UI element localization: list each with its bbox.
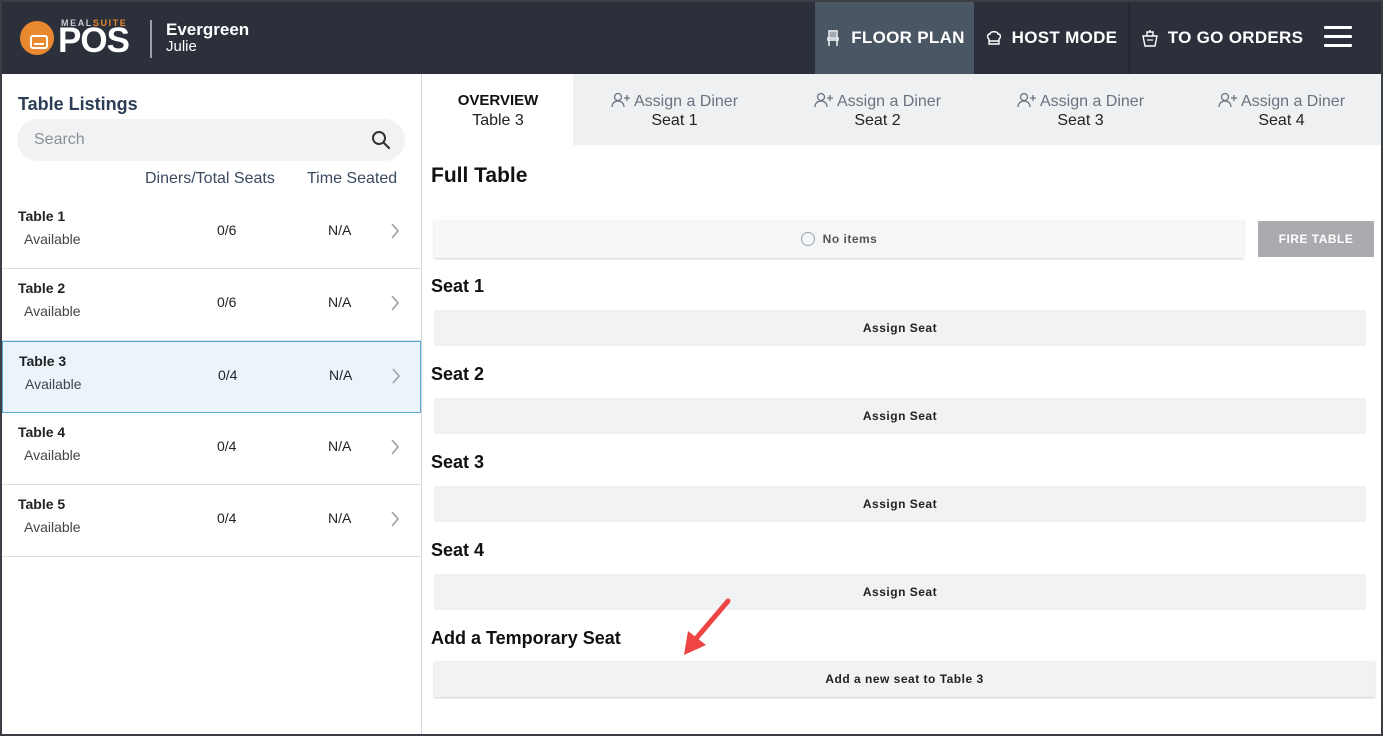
tab-seat-3[interactable]: Assign a Diner Seat 3 <box>979 74 1182 145</box>
assign-seat-2-button[interactable]: Assign Seat <box>434 398 1366 434</box>
table-name: Table 1 <box>18 208 66 224</box>
table-diners: 0/6 <box>217 222 237 238</box>
search-icon[interactable] <box>371 130 391 150</box>
tab-overview-sub: Table 3 <box>472 112 524 129</box>
assign-seat-4-button[interactable]: Assign Seat <box>434 574 1366 610</box>
temporary-seat-title: Add a Temporary Seat <box>431 628 621 648</box>
table-diners: 0/4 <box>217 438 237 454</box>
seat-3-title: Seat 3 <box>431 452 485 472</box>
column-header-diners: Diners/Total Seats <box>145 170 275 187</box>
top-bar: MEALSUITE POS Evergreen Julie FLOOR PLAN… <box>2 2 1381 74</box>
logo-mark-icon <box>20 21 54 55</box>
tab-seat-2-sub: Seat 2 <box>854 112 901 129</box>
chevron-right-icon <box>391 295 400 311</box>
tab-seat-4-sub: Seat 4 <box>1258 112 1305 129</box>
table-status: Available <box>24 231 81 247</box>
table-diners: 0/4 <box>218 367 238 383</box>
seat-tabs: OVERVIEW Table 3 Assign a Diner Seat 1 A… <box>423 74 1381 145</box>
table-listings-title: Table Listings <box>18 94 138 114</box>
full-table-title: Full Table <box>431 164 528 187</box>
table-status: Available <box>24 519 81 535</box>
table-diners: 0/4 <box>217 510 237 526</box>
assign-seat-1-button[interactable]: Assign Seat <box>434 310 1366 346</box>
table-time-seated: N/A <box>329 367 353 383</box>
table-status: Available <box>24 447 81 463</box>
table-name: Table 5 <box>18 496 66 512</box>
search-placeholder: Search <box>34 131 85 148</box>
chevron-right-icon <box>391 223 400 239</box>
no-items-text: No items <box>822 232 878 246</box>
empty-circle-icon <box>800 232 815 246</box>
add-new-seat-button[interactable]: Add a new seat to Table 3 <box>434 661 1375 697</box>
nav-host-mode[interactable]: HOST MODE <box>974 2 1128 74</box>
table-row[interactable]: Table 4 Available 0/4 N/A <box>2 413 421 485</box>
tab-seat-1[interactable]: Assign a Diner Seat 1 <box>573 74 776 145</box>
add-person-icon <box>814 92 833 108</box>
nav-floor-plan[interactable]: FLOOR PLAN <box>815 2 974 74</box>
seat-1-title: Seat 1 <box>431 276 485 296</box>
chevron-right-icon <box>391 511 400 527</box>
header-divider <box>150 20 152 58</box>
logo-text: POS <box>58 21 130 60</box>
venue-info: Evergreen Julie <box>166 21 249 55</box>
table-time-seated: N/A <box>328 294 352 310</box>
table-time-seated: N/A <box>328 438 352 454</box>
nav-floor-plan-label: FLOOR PLAN <box>851 28 965 47</box>
annotation-arrow-icon <box>684 598 731 655</box>
tab-overview[interactable]: OVERVIEW Table 3 <box>423 74 573 145</box>
table-listings-panel: Table Listings Search Diners/Total Seats… <box>2 74 422 734</box>
user-name: Julie <box>166 37 197 55</box>
venue-name: Evergreen <box>166 20 250 39</box>
tab-seat-2[interactable]: Assign a Diner Seat 2 <box>776 74 979 145</box>
assign-seat-3-button[interactable]: Assign Seat <box>434 486 1366 522</box>
chef-hat-icon <box>986 31 1001 45</box>
table-name: Table 4 <box>18 424 66 440</box>
table-time-seated: N/A <box>328 510 352 526</box>
search-input[interactable]: Search <box>17 119 405 161</box>
add-person-icon <box>1017 92 1036 108</box>
tab-seat-3-sub: Seat 3 <box>1057 112 1104 129</box>
chair-icon <box>827 30 839 46</box>
chevron-right-icon <box>392 368 401 384</box>
tab-seat-1-sub: Seat 1 <box>651 112 698 129</box>
table-diners: 0/6 <box>217 294 237 310</box>
table-row[interactable]: Table 2 Available 0/6 N/A <box>2 269 421 341</box>
tab-seat-2-label: Assign a Diner <box>836 93 942 110</box>
full-table-items: No items <box>434 220 1244 258</box>
table-time-seated: N/A <box>328 222 352 238</box>
seat-4-title: Seat 4 <box>431 540 485 560</box>
app-window: MEALSUITE POS Evergreen Julie FLOOR PLAN… <box>0 0 1383 736</box>
mealsuite-pos-logo: MEALSUITE POS <box>18 17 136 61</box>
tab-seat-3-label: Assign a Diner <box>1039 93 1145 110</box>
table-detail-panel: OVERVIEW Table 3 Assign a Diner Seat 1 A… <box>423 74 1381 734</box>
tab-seat-4[interactable]: Assign a Diner Seat 4 <box>1182 74 1381 145</box>
table-row[interactable]: Table 1 Available 0/6 N/A <box>2 197 421 269</box>
nav-to-go-orders[interactable]: TO GO ORDERS <box>1130 2 1314 74</box>
column-header-time-seated: Time Seated <box>307 170 398 187</box>
tab-seat-1-label: Assign a Diner <box>633 93 739 110</box>
chevron-right-icon <box>391 439 400 455</box>
table-status: Available <box>24 303 81 319</box>
table-name: Table 2 <box>18 280 66 296</box>
takeout-icon <box>1141 30 1158 47</box>
nav-host-mode-label: HOST MODE <box>1011 28 1118 47</box>
fire-table-button[interactable]: FIRE TABLE <box>1258 221 1374 257</box>
add-person-icon <box>1218 92 1237 108</box>
hamburger-menu-icon[interactable] <box>1324 26 1352 50</box>
table-row[interactable]: Table 5 Available 0/4 N/A <box>2 485 421 557</box>
nav-to-go-orders-label: TO GO ORDERS <box>1167 28 1304 47</box>
tab-overview-label: OVERVIEW <box>457 92 539 109</box>
table-status: Available <box>25 376 82 392</box>
tab-seat-4-label: Assign a Diner <box>1240 93 1346 110</box>
table-name: Table 3 <box>19 353 67 369</box>
seat-2-title: Seat 2 <box>431 364 485 384</box>
add-person-icon <box>611 92 630 108</box>
table-row-selected[interactable]: Table 3 Available 0/4 N/A <box>2 341 421 413</box>
